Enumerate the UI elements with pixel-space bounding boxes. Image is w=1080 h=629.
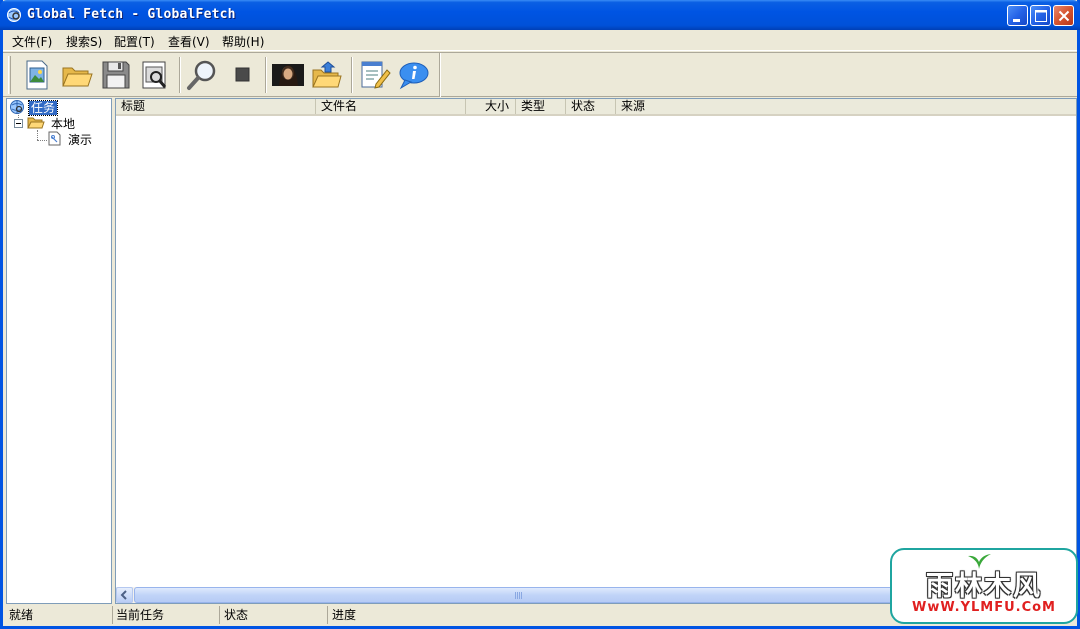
toolbar-separator xyxy=(179,57,181,93)
maximize-button[interactable] xyxy=(1030,5,1051,26)
info-bubble-icon xyxy=(399,62,429,90)
column-header-status[interactable]: 状态 xyxy=(566,99,616,114)
scroll-left-button[interactable] xyxy=(116,587,133,603)
new-image-icon xyxy=(26,60,48,90)
toolbar-separator xyxy=(265,57,267,93)
menu-help[interactable]: 帮助(H) xyxy=(220,33,266,50)
search-button[interactable] xyxy=(185,58,219,92)
column-header-source[interactable]: 来源 xyxy=(616,99,1074,114)
tree-node-tasks[interactable]: 任务 xyxy=(9,99,59,118)
photo-thumbnail-icon xyxy=(272,64,304,86)
column-header-title[interactable]: 标题 xyxy=(116,99,316,114)
toolbar-separator xyxy=(351,57,353,93)
status-current-task: 当前任务 xyxy=(113,606,220,624)
menu-view[interactable]: 查看(V) xyxy=(166,33,212,50)
preview-button[interactable] xyxy=(138,58,172,92)
toolbar xyxy=(3,52,1077,97)
folder-open-icon xyxy=(27,115,45,133)
document-icon xyxy=(47,131,62,149)
new-task-button[interactable] xyxy=(20,58,54,92)
watermark-logo: 雨林木风 WwW.YLMFU.CoM xyxy=(890,548,1078,624)
watermark-text: 雨林木风 xyxy=(926,571,1042,602)
globe-icon xyxy=(9,99,25,118)
stop-icon xyxy=(235,67,250,82)
menu-config[interactable]: 配置(T) xyxy=(112,33,157,50)
chevron-left-icon xyxy=(120,590,127,600)
main-window: Global Fetch - GlobalFetch 文件(F) 搜索S) 配置… xyxy=(0,0,1080,629)
tree-node-local[interactable]: 本地 xyxy=(27,116,77,132)
tree-label-tasks: 任务 xyxy=(27,100,59,116)
open-folder-icon xyxy=(62,67,93,87)
results-list[interactable]: 标题 文件名 大小 类型 状态 来源 xyxy=(115,98,1077,604)
column-header-size[interactable]: 大小 xyxy=(466,99,516,114)
tree-node-demo[interactable]: 演示 xyxy=(47,131,94,149)
tree-label-local: 本地 xyxy=(51,117,76,131)
menu-search[interactable]: 搜索S) xyxy=(64,33,104,50)
minimize-icon xyxy=(1013,19,1020,22)
app-icon xyxy=(6,7,22,23)
title-bar[interactable]: Global Fetch - GlobalFetch xyxy=(0,0,1080,30)
close-icon xyxy=(1058,10,1070,22)
close-button[interactable] xyxy=(1053,5,1074,26)
open-folder-arrow-icon xyxy=(312,61,342,88)
tree-connector xyxy=(37,140,47,141)
minimize-button[interactable] xyxy=(1007,5,1028,26)
tree-collapse-toggle[interactable] xyxy=(14,119,23,128)
thumbnail-button[interactable] xyxy=(271,58,305,92)
menu-bar: 文件(F) 搜索S) 配置(T) 查看(V) 帮助(H) xyxy=(3,30,1077,51)
task-tree[interactable]: 任务 本地 演示 xyxy=(6,98,112,604)
save-disk-icon xyxy=(102,61,130,89)
status-state: 状态 xyxy=(221,606,328,624)
maximize-icon xyxy=(1035,10,1047,22)
scroll-thumb[interactable] xyxy=(134,587,904,603)
status-progress: 进度 xyxy=(332,608,357,622)
edit-document-icon xyxy=(361,61,391,89)
window-title: Global Fetch - GlobalFetch xyxy=(27,7,236,22)
tree-label-demo: 演示 xyxy=(68,133,93,147)
print-preview-icon xyxy=(142,61,167,89)
save-button[interactable] xyxy=(99,58,133,92)
stop-button[interactable] xyxy=(225,58,259,92)
column-header-filename[interactable]: 文件名 xyxy=(316,99,466,114)
toolbar-grip[interactable] xyxy=(8,56,11,94)
properties-button[interactable] xyxy=(358,58,392,92)
menu-file[interactable]: 文件(F) xyxy=(10,33,54,50)
column-header-type[interactable]: 类型 xyxy=(516,99,566,114)
about-button[interactable] xyxy=(396,58,430,92)
toolbar-end-separator xyxy=(439,53,441,97)
status-ready: 就绪 xyxy=(6,606,113,624)
export-button[interactable] xyxy=(310,58,344,92)
thumb-grip xyxy=(515,592,523,599)
search-magnifier-icon xyxy=(187,60,216,90)
open-button[interactable] xyxy=(60,58,94,92)
watermark-url: WwW.YLMFU.CoM xyxy=(912,600,1056,615)
list-header: 标题 文件名 大小 类型 状态 来源 xyxy=(116,99,1076,116)
